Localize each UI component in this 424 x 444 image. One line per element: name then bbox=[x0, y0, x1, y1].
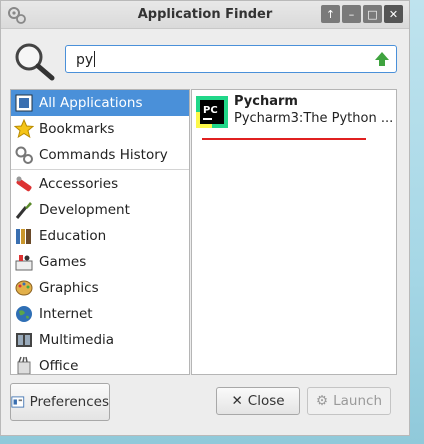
pycharm-icon: PC bbox=[196, 96, 228, 128]
category-label: Bookmarks bbox=[39, 121, 115, 137]
category-education[interactable]: Education bbox=[11, 223, 189, 249]
globe-icon bbox=[13, 303, 35, 325]
development-icon bbox=[13, 199, 35, 221]
gears-icon: ⚙ bbox=[316, 393, 329, 409]
results-list: PC Pycharm Pycharm3:The Python ... bbox=[191, 89, 397, 375]
category-label: Internet bbox=[39, 306, 93, 322]
category-label: Education bbox=[39, 228, 107, 244]
category-all-applications[interactable]: All Applications bbox=[11, 90, 189, 116]
category-label: Commands History bbox=[39, 147, 168, 163]
category-graphics[interactable]: Graphics bbox=[11, 275, 189, 301]
category-bookmarks[interactable]: Bookmarks bbox=[11, 116, 189, 142]
category-multimedia[interactable]: Multimedia bbox=[11, 327, 189, 353]
category-label: Multimedia bbox=[39, 332, 115, 348]
result-name: Pycharm bbox=[234, 94, 298, 109]
close-button[interactable]: ✕ Close bbox=[216, 387, 300, 415]
maximize-icon[interactable]: □ bbox=[363, 5, 382, 23]
close-label: Close bbox=[247, 393, 285, 409]
category-commands-history[interactable]: Commands History bbox=[11, 142, 189, 168]
category-label: Games bbox=[39, 254, 87, 270]
category-label: Accessories bbox=[39, 176, 119, 192]
close-icon[interactable]: ✕ bbox=[384, 5, 403, 23]
gears-icon bbox=[13, 144, 35, 166]
category-list: All Applications Bookmarks Commands Hist… bbox=[10, 89, 190, 375]
preferences-label: Preferences bbox=[29, 394, 109, 410]
search-input[interactable]: py bbox=[65, 45, 397, 73]
accessories-icon bbox=[13, 173, 35, 195]
text-caret bbox=[94, 51, 96, 67]
all-apps-icon bbox=[13, 92, 35, 114]
category-games[interactable]: Games bbox=[11, 249, 189, 275]
category-label: Development bbox=[39, 202, 130, 218]
category-office[interactable]: Office bbox=[11, 353, 189, 374]
result-item-pycharm[interactable]: PC Pycharm Pycharm3:The Python ... bbox=[196, 94, 394, 130]
education-icon bbox=[13, 225, 35, 247]
title-bar[interactable]: Application Finder ↑ – □ ✕ bbox=[1, 1, 409, 29]
preferences-button[interactable]: Preferences bbox=[10, 383, 110, 421]
category-development[interactable]: Development bbox=[11, 197, 189, 223]
launch-label: Launch bbox=[333, 393, 382, 409]
category-label: Graphics bbox=[39, 280, 99, 296]
launch-button[interactable]: ⚙ Launch bbox=[307, 387, 391, 415]
star-icon bbox=[13, 118, 35, 140]
category-accessories[interactable]: Accessories bbox=[11, 171, 189, 197]
application-finder-window: Application Finder ↑ – □ ✕ py All Applic… bbox=[0, 0, 410, 436]
close-x-icon: ✕ bbox=[231, 393, 243, 409]
category-label: All Applications bbox=[39, 95, 143, 111]
go-arrow-icon[interactable] bbox=[374, 51, 390, 67]
graphics-icon bbox=[13, 277, 35, 299]
magnifier-icon bbox=[15, 43, 55, 81]
category-internet[interactable]: Internet bbox=[11, 301, 189, 327]
preferences-icon bbox=[11, 396, 25, 408]
multimedia-icon bbox=[13, 329, 35, 351]
arrow-up-icon[interactable]: ↑ bbox=[321, 5, 340, 23]
office-icon bbox=[13, 355, 35, 374]
svg-text:PC: PC bbox=[203, 105, 218, 116]
result-description: Pycharm3:The Python ... bbox=[234, 111, 394, 126]
search-value: py bbox=[76, 52, 94, 68]
minimize-icon[interactable]: – bbox=[342, 5, 361, 23]
category-label: Office bbox=[39, 358, 79, 374]
games-icon bbox=[13, 251, 35, 273]
red-underline-annotation bbox=[202, 138, 366, 140]
divider bbox=[11, 169, 189, 170]
